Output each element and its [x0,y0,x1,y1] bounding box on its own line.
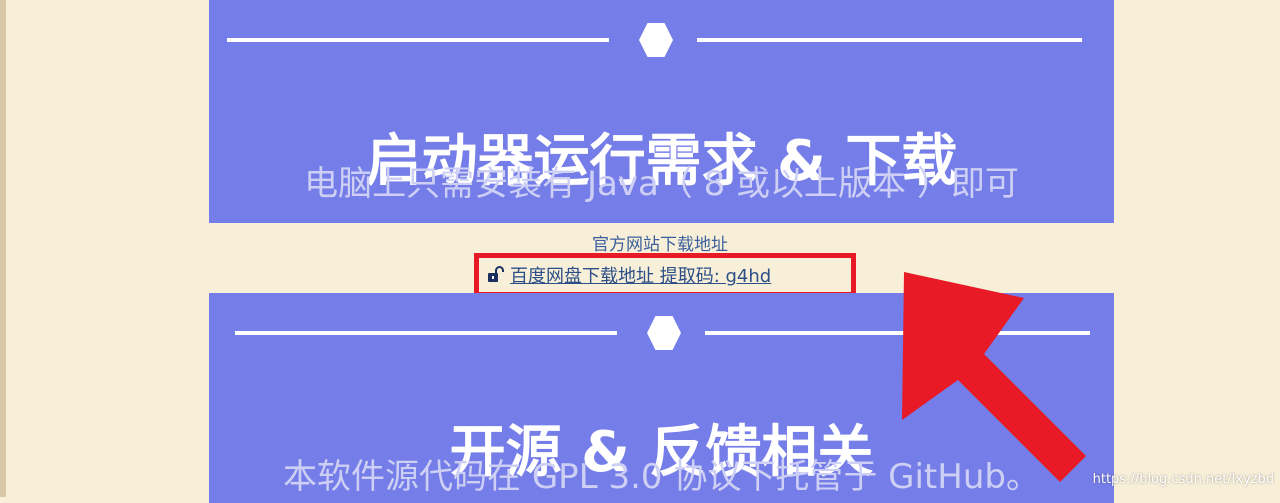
baidu-link-text: 百度网盘下载地址 提取码: g4hd [510,266,772,287]
requirements-subtitle: 电脑上只需安装有 Java（ 8 或以上版本 ）即可 [304,164,1019,204]
baidu-pan-download-link[interactable]: 百度网盘下载地址 提取码: g4hd [486,262,771,288]
divider-line-left [227,38,609,42]
divider-line-right [697,38,1082,42]
unlock-icon [486,266,506,284]
divider [209,0,1114,60]
watermark: https://blog.csdn.net/lxyzbd [1092,472,1274,487]
divider-line-left [235,331,617,335]
hexagon-icon [647,316,681,350]
red-arrow-icon [902,272,1086,482]
requirements-download-panel: 启动器运行需求 & 下载 电脑上只需安装有 Java（ 8 或以上版本 ）即可 [209,0,1114,223]
official-site-download-link[interactable]: 官方网站下载地址 [0,230,1280,255]
hexagon-icon [639,23,673,57]
